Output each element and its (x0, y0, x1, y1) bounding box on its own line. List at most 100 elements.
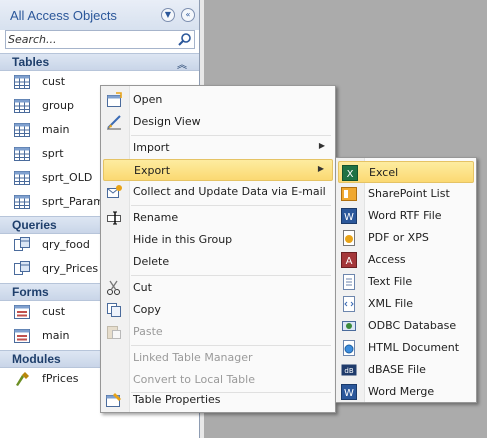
export-item-dbase[interactable]: dB dBASE File (338, 359, 474, 381)
text-file-icon (343, 274, 355, 290)
html-icon (343, 340, 355, 356)
menu-item-linked-table-manager: Linked Table Manager (103, 347, 333, 369)
svg-text:W: W (344, 388, 354, 399)
xml-icon (343, 296, 355, 312)
group-header-tables[interactable]: Tables ︽ (0, 53, 199, 71)
menu-item-cut[interactable]: Cut (103, 277, 333, 299)
submenu-arrow-icon: ▶ (318, 141, 325, 150)
menu-item-label: Open (133, 93, 163, 106)
form-icon (14, 305, 30, 319)
menu-item-label: Excel (369, 166, 399, 179)
menu-item-label: Rename (133, 211, 179, 224)
export-item-xml[interactable]: XML File (338, 293, 474, 315)
table-icon (14, 171, 30, 185)
menu-item-label: Cut (133, 281, 152, 294)
menu-item-table-properties[interactable]: Table Properties (103, 389, 333, 411)
table-icon (14, 195, 30, 209)
menu-separator (131, 135, 331, 136)
context-menu: Open Design View Import ▶ Export ▶ Colle… (100, 85, 336, 413)
collapse-group-icon[interactable]: ︽ (177, 56, 187, 71)
menu-item-label: Paste (133, 325, 163, 338)
query-icon (14, 237, 30, 251)
nav-item-label: fPrices (42, 372, 79, 385)
menu-item-rename[interactable]: Rename (103, 207, 333, 229)
copy-icon (107, 303, 121, 317)
svg-text:W: W (344, 212, 354, 223)
menu-item-label: ODBC Database (368, 319, 457, 332)
export-item-sharepoint[interactable]: SharePoint List (338, 183, 474, 205)
menu-item-collect-data[interactable]: Collect and Update Data via E-mail (103, 181, 333, 203)
menu-item-label: SharePoint List (368, 187, 450, 200)
table-icon (14, 99, 30, 113)
menu-item-label: Convert to Local Table (133, 373, 255, 386)
menu-item-delete[interactable]: Delete (103, 251, 333, 273)
menu-item-hide-in-group[interactable]: Hide in this Group (103, 229, 333, 251)
query-icon (14, 261, 30, 275)
table-properties-icon (106, 393, 121, 407)
menu-item-label: Access (368, 253, 406, 266)
nav-item-label: sprt_Param (42, 195, 104, 208)
menu-item-paste: Paste (103, 321, 333, 343)
export-item-html[interactable]: HTML Document (338, 337, 474, 359)
sharepoint-icon (341, 187, 357, 201)
nav-pane-title[interactable]: All Access Objects (10, 8, 117, 23)
menu-separator (131, 205, 331, 206)
nav-item-label: qry_Prices (42, 262, 99, 275)
submenu-arrow-icon: ▶ (317, 164, 324, 173)
export-item-word-merge[interactable]: W Word Merge (338, 381, 474, 403)
pdf-icon (343, 230, 355, 246)
group-title: Modules (12, 352, 61, 366)
search-input[interactable] (8, 32, 168, 47)
word-icon: W (341, 208, 357, 224)
nav-pane-header[interactable]: All Access Objects ▼ « (0, 0, 199, 30)
word-merge-icon: W (341, 384, 357, 400)
menu-item-convert-to-local: Convert to Local Table (103, 369, 333, 391)
group-title: Tables (12, 55, 50, 69)
menu-item-label: HTML Document (368, 341, 460, 354)
menu-item-label: Linked Table Manager (133, 351, 253, 364)
menu-item-label: Export (134, 164, 171, 177)
menu-item-label: Hide in this Group (133, 233, 233, 246)
export-item-odbc[interactable]: ODBC Database (338, 315, 474, 337)
svg-text:A: A (346, 256, 353, 267)
open-table-icon (107, 92, 122, 107)
menu-item-label: PDF or XPS (368, 231, 429, 244)
nav-menu-dropdown-icon[interactable]: ▼ (161, 8, 175, 22)
nav-item-label: main (42, 329, 70, 342)
menu-item-copy[interactable]: Copy (103, 299, 333, 321)
export-item-text-file[interactable]: Text File (338, 271, 474, 293)
nav-item-label: cust (42, 305, 66, 318)
export-submenu: X Excel SharePoint List W Word RTF File … (335, 157, 477, 403)
menu-separator (131, 275, 331, 276)
form-icon (14, 329, 30, 343)
design-view-icon (107, 115, 121, 130)
nav-item-label: qry_food (42, 238, 90, 251)
menu-item-import[interactable]: Import ▶ (103, 137, 333, 159)
export-item-pdf-xps[interactable]: PDF or XPS (338, 227, 474, 249)
menu-item-label: XML File (368, 297, 414, 310)
svg-text:dB: dB (344, 367, 353, 375)
collect-data-icon (107, 185, 122, 198)
nav-item-label: main (42, 123, 70, 136)
shutter-bar-collapse-icon[interactable]: « (181, 8, 195, 22)
menu-item-label: Collect and Update Data via E-mail (133, 185, 326, 198)
paste-icon (107, 326, 121, 339)
table-icon (14, 147, 30, 161)
menu-item-label: Design View (133, 115, 201, 128)
menu-item-open[interactable]: Open (103, 89, 333, 111)
export-item-access[interactable]: A Access (338, 249, 474, 271)
access-icon: A (341, 252, 357, 268)
menu-item-label: Word Merge (368, 385, 435, 398)
nav-item-label: cust (42, 75, 66, 88)
module-icon (16, 372, 29, 386)
menu-item-label: dBASE File (368, 363, 426, 376)
search-icon[interactable] (177, 32, 192, 47)
table-icon (14, 75, 30, 89)
search-box[interactable] (5, 30, 195, 49)
svg-text:X: X (347, 169, 354, 180)
export-item-word-rtf[interactable]: W Word RTF File (338, 205, 474, 227)
menu-item-export[interactable]: Export ▶ (103, 159, 333, 181)
menu-item-design-view[interactable]: Design View (103, 111, 333, 133)
odbc-icon (342, 321, 356, 331)
export-item-excel[interactable]: X Excel (338, 161, 474, 183)
